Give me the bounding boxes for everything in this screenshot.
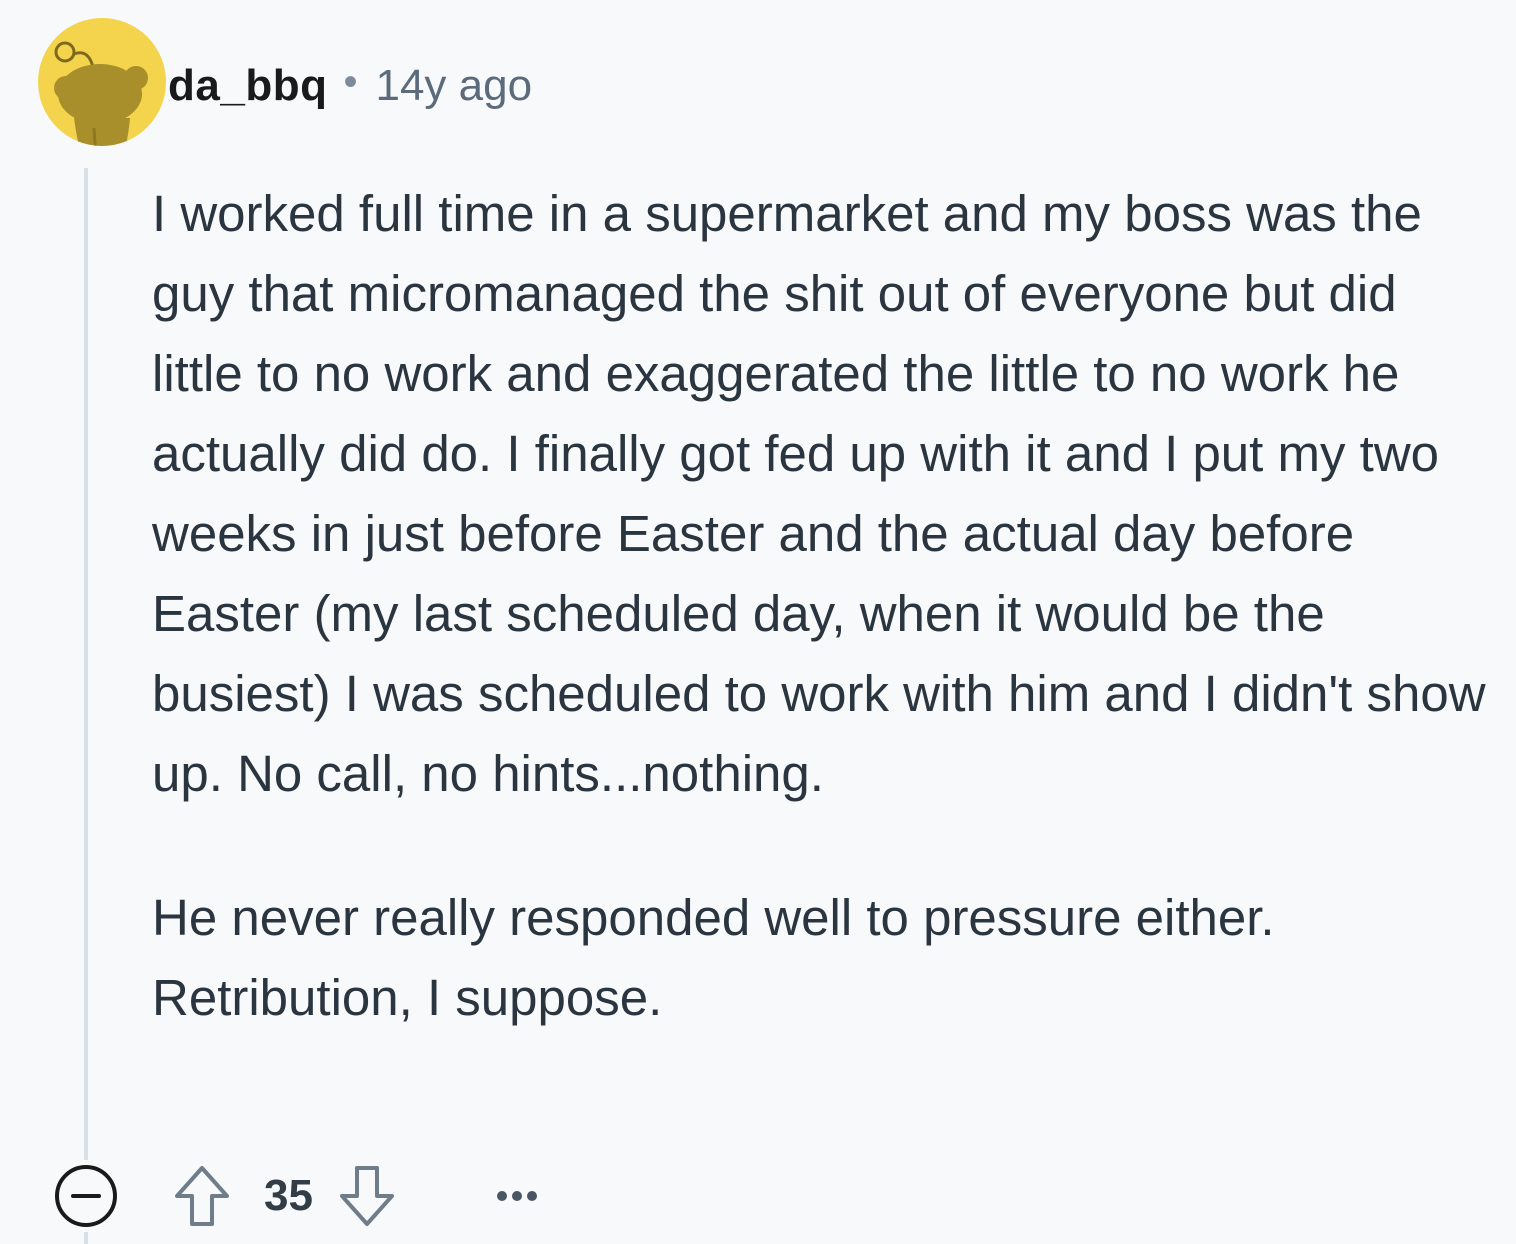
- username[interactable]: da_bbq: [168, 61, 327, 111]
- vote-score: 35: [264, 1171, 313, 1220]
- arrow-up-outline-icon: [175, 1166, 229, 1226]
- comment-paragraph: I worked full time in a supermarket and …: [152, 185, 1486, 802]
- comment: da_bbq • 14y ago I worked full time in a…: [0, 0, 1516, 1244]
- ellipsis-icon: [496, 1191, 537, 1201]
- comment-meta: da_bbq • 14y ago: [168, 58, 532, 114]
- meta-separator: •: [343, 59, 358, 104]
- upvote-button[interactable]: [170, 1161, 234, 1231]
- snoo-avatar-icon: [54, 41, 148, 146]
- timestamp[interactable]: 14y ago: [375, 61, 532, 111]
- avatar[interactable]: [38, 18, 166, 146]
- thread-line[interactable]: [84, 168, 88, 1160]
- comment-paragraph: He never really responded well to pressu…: [152, 889, 1275, 1026]
- collapse-minus-icon: [55, 1165, 117, 1227]
- more-options-button[interactable]: [487, 1176, 547, 1216]
- comment-body: I worked full time in a supermarket and …: [152, 174, 1492, 1038]
- downvote-button[interactable]: [335, 1161, 399, 1231]
- arrow-down-outline-icon: [339, 1166, 394, 1226]
- comment-actions: 35: [52, 1158, 547, 1234]
- collapse-button[interactable]: [52, 1162, 120, 1230]
